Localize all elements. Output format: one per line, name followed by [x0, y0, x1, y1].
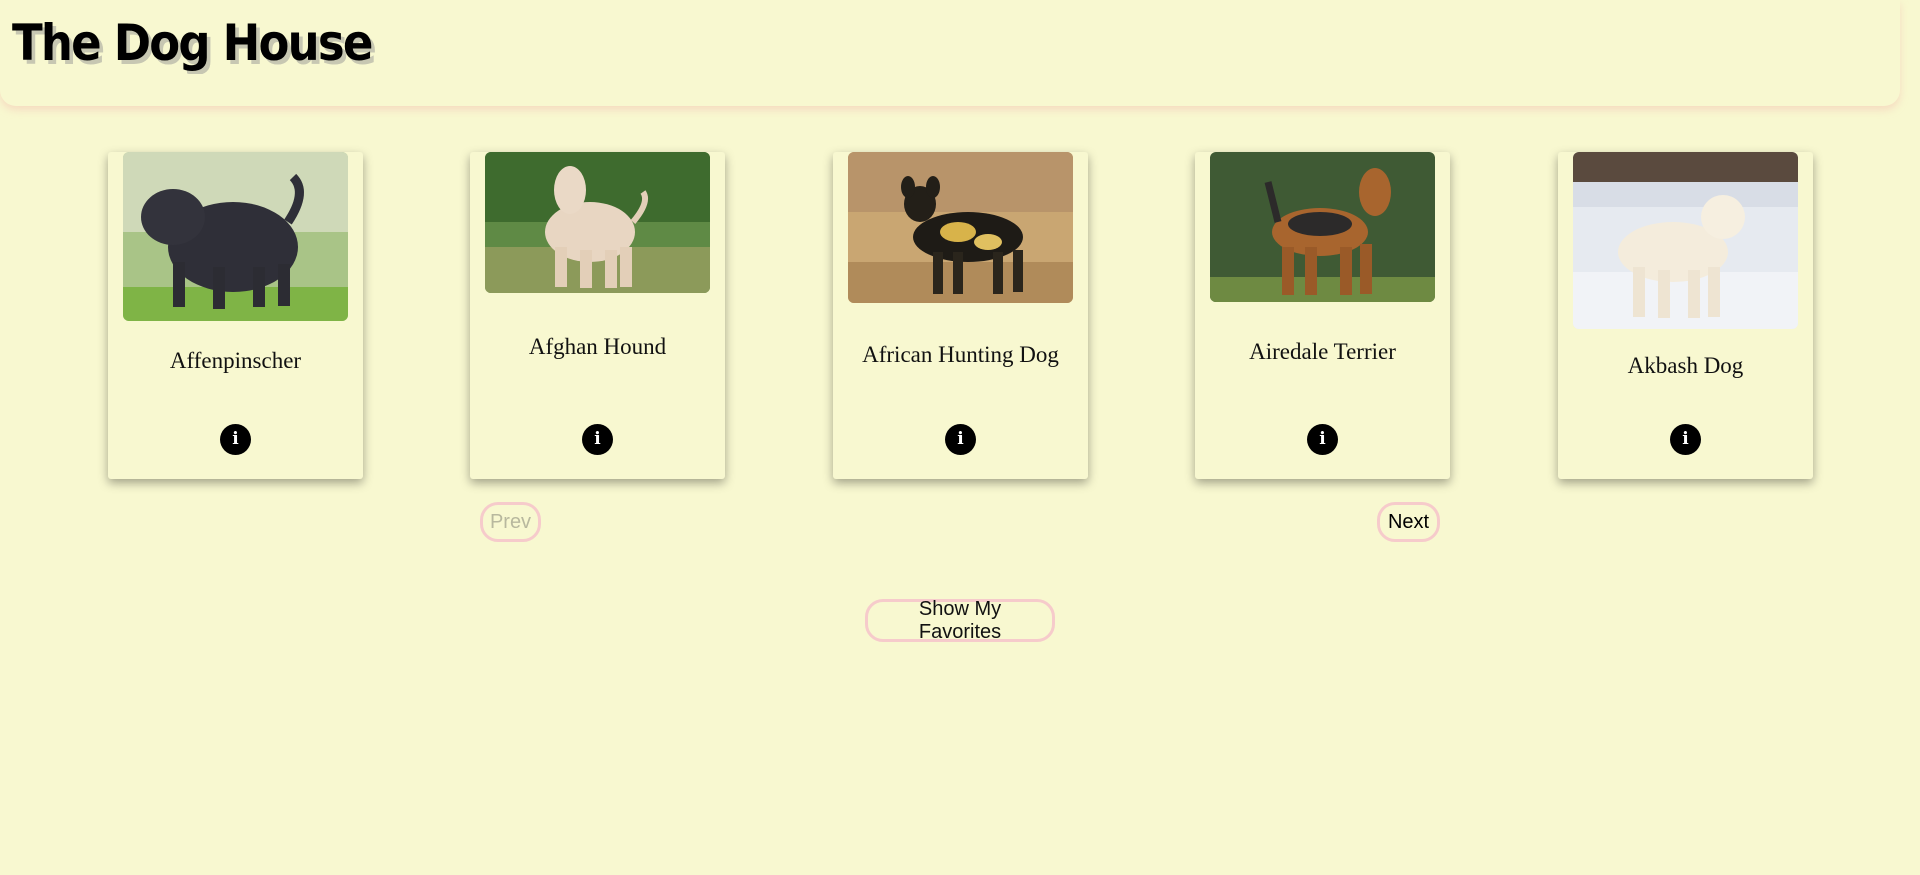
info-button[interactable]: i	[582, 424, 613, 455]
afghan-hound-photo	[485, 152, 710, 293]
breed-card-african-hunting-dog: African Hunting Dog i	[833, 152, 1088, 479]
show-favorites-button[interactable]: Show My Favorites	[865, 598, 1055, 643]
next-button[interactable]: Next	[1377, 502, 1440, 542]
breed-card-akbash-dog: Akbash Dog i	[1558, 152, 1813, 479]
info-icon: i	[594, 429, 601, 449]
info-button[interactable]: i	[220, 424, 251, 455]
prev-button[interactable]: Prev	[480, 502, 541, 542]
info-icon: i	[1682, 429, 1689, 449]
info-icon: i	[957, 429, 964, 449]
breed-name: Afghan Hound	[528, 334, 667, 359]
info-icon: i	[1319, 429, 1326, 449]
site-title: The Dog House	[12, 14, 373, 72]
site-header: The Dog House	[0, 0, 1900, 106]
breed-name: Airedale Terrier	[1249, 339, 1396, 364]
breed-card-airedale-terrier: Airedale Terrier i	[1195, 152, 1450, 479]
affenpinscher-photo	[123, 152, 348, 321]
info-button[interactable]: i	[1307, 424, 1338, 455]
airedale-terrier-photo	[1210, 152, 1435, 302]
breed-name: Affenpinscher	[169, 348, 302, 373]
african-hunting-dog-photo	[848, 152, 1073, 303]
breed-card-afghan-hound: Afghan Hound i	[470, 152, 725, 479]
info-button[interactable]: i	[945, 424, 976, 455]
info-button[interactable]: i	[1670, 424, 1701, 455]
akbash-dog-photo	[1573, 152, 1798, 329]
breed-card-affenpinscher: Affenpinscher i	[108, 152, 363, 479]
breed-name: African Hunting Dog	[862, 342, 1059, 367]
info-icon: i	[232, 429, 239, 449]
page: The Dog House Affenpinscher i Afghan Hou…	[0, 0, 1920, 875]
breed-name: Akbash Dog	[1627, 353, 1744, 378]
